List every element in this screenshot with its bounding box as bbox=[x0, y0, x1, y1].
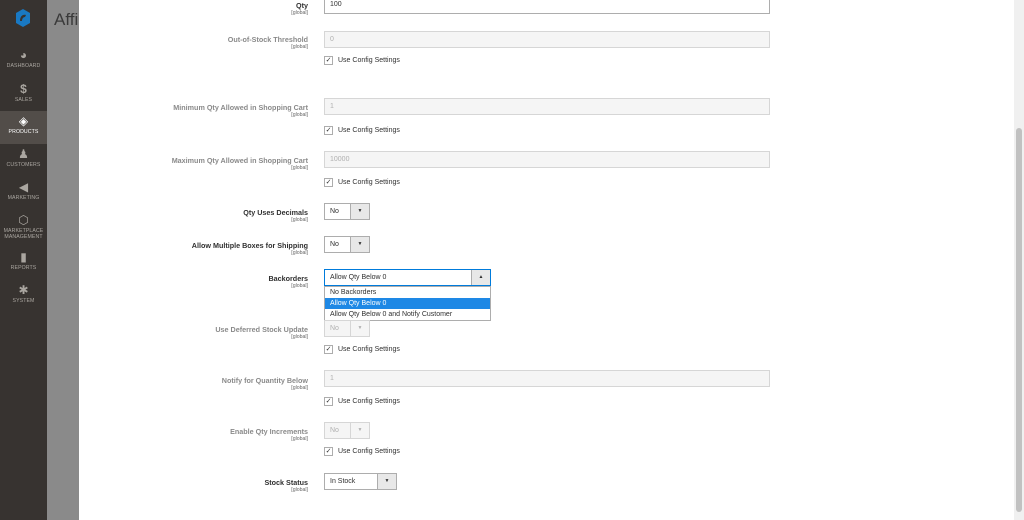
admin-sidebar: ◕ Dashboard $ Sales ◈ Products ♟ Custome… bbox=[0, 0, 47, 520]
notify-qty-below-input[interactable]: 1 bbox=[324, 370, 770, 387]
nav-label: Marketplace Management bbox=[3, 228, 44, 240]
deferred-stock-select[interactable]: No ▼ bbox=[324, 320, 370, 337]
field-label: Qty Uses Decimals bbox=[243, 208, 308, 217]
use-config-checkbox[interactable]: ✓ bbox=[324, 345, 333, 354]
scope-label: [global] bbox=[291, 334, 308, 340]
dashboard-icon: ◕ bbox=[19, 48, 28, 62]
field-label: Minimum Qty Allowed in Shopping Cart bbox=[173, 103, 308, 112]
use-config-label: Use Config Settings bbox=[338, 57, 400, 64]
modal-scrollbar[interactable] bbox=[1014, 0, 1024, 520]
field-label: Maximum Qty Allowed in Shopping Cart bbox=[171, 156, 308, 165]
use-config-checkbox[interactable]: ✓ bbox=[324, 178, 333, 187]
scope-label: [global] bbox=[291, 165, 308, 171]
select-value: No bbox=[330, 427, 339, 434]
scope-label: [global] bbox=[291, 10, 308, 16]
person-icon: ♟ bbox=[18, 147, 29, 161]
advanced-inventory-modal: Qty [global] 100 Out-of-Stock Threshold … bbox=[79, 0, 1014, 520]
stock-status-select[interactable]: In Stock ▼ bbox=[324, 473, 397, 490]
megaphone-icon: ◀ bbox=[18, 180, 29, 194]
gear-icon: ✱ bbox=[18, 283, 29, 297]
scope-label: [global] bbox=[291, 487, 308, 493]
scope-label: [global] bbox=[291, 250, 308, 256]
scope-label: [global] bbox=[291, 44, 308, 50]
max-qty-cart-input[interactable]: 10000 bbox=[324, 151, 770, 168]
field-label: Notify for Quantity Below bbox=[221, 376, 308, 385]
chevron-down-icon[interactable]: ▼ bbox=[350, 321, 369, 336]
nav-label: Reports bbox=[10, 265, 37, 271]
scope-label: [global] bbox=[291, 385, 308, 391]
select-value: No bbox=[330, 241, 339, 248]
nav-item-sales[interactable]: $ Sales bbox=[0, 79, 47, 112]
use-config-checkbox[interactable]: ✓ bbox=[324, 126, 333, 135]
out-of-stock-threshold-input[interactable]: 0 bbox=[324, 31, 770, 48]
min-qty-cart-input[interactable]: 1 bbox=[324, 98, 770, 115]
field-label: Out-of-Stock Threshold bbox=[227, 35, 308, 44]
hexagon-icon: ⬡ bbox=[18, 213, 29, 227]
use-config-label: Use Config Settings bbox=[338, 127, 400, 134]
backorders-dropdown-list: No Backorders Allow Qty Below 0 Allow Qt… bbox=[324, 286, 491, 321]
nav-item-marketplace-management[interactable]: ⬡ Marketplace Management bbox=[0, 210, 47, 244]
field-label: Qty bbox=[296, 1, 308, 10]
use-config-checkbox[interactable]: ✓ bbox=[324, 447, 333, 456]
use-config-label: Use Config Settings bbox=[338, 448, 400, 455]
qty-input[interactable]: 100 bbox=[324, 0, 770, 14]
nav-item-products[interactable]: ◈ Products bbox=[0, 111, 47, 144]
nav-item-system[interactable]: ✱ System bbox=[0, 280, 47, 313]
use-config-checkbox[interactable]: ✓ bbox=[324, 56, 333, 65]
nav-label: Marketing bbox=[7, 195, 40, 201]
use-config-checkbox[interactable]: ✓ bbox=[324, 397, 333, 406]
enable-qty-increments-select[interactable]: No ▼ bbox=[324, 422, 370, 439]
nav-item-customers[interactable]: ♟ Customers bbox=[0, 144, 47, 177]
magento-logo[interactable] bbox=[8, 8, 38, 32]
chevron-down-icon[interactable]: ▼ bbox=[350, 423, 369, 438]
use-config-label: Use Config Settings bbox=[338, 346, 400, 353]
dropdown-option-selected[interactable]: Allow Qty Below 0 bbox=[325, 298, 490, 309]
field-label: Allow Multiple Boxes for Shipping bbox=[191, 241, 308, 250]
field-label: Stock Status bbox=[264, 478, 308, 487]
scrollbar-thumb[interactable] bbox=[1016, 128, 1022, 512]
qty-uses-decimals-select[interactable]: No ▼ bbox=[324, 203, 370, 220]
box-icon: ◈ bbox=[18, 114, 29, 128]
nav-item-dashboard[interactable]: ◕ Dashboard bbox=[0, 45, 47, 78]
nav-label: System bbox=[12, 298, 35, 304]
nav-label: Customers bbox=[6, 162, 41, 168]
backorders-select[interactable]: Allow Qty Below 0 ▲ bbox=[324, 269, 491, 286]
chevron-down-icon[interactable]: ▼ bbox=[377, 474, 396, 489]
nav-label: Dashboard bbox=[6, 63, 41, 69]
logo-icon bbox=[16, 9, 30, 27]
nav-label: Products bbox=[8, 129, 39, 135]
scope-label: [global] bbox=[291, 283, 308, 289]
select-value: Allow Qty Below 0 bbox=[330, 274, 387, 281]
bar-chart-icon: ▮ bbox=[20, 250, 27, 264]
select-value: No bbox=[330, 208, 339, 215]
dropdown-option[interactable]: No Backorders bbox=[325, 287, 490, 298]
field-label: Use Deferred Stock Update bbox=[215, 325, 308, 334]
scope-label: [global] bbox=[291, 112, 308, 118]
chevron-up-icon[interactable]: ▲ bbox=[471, 270, 490, 285]
use-config-label: Use Config Settings bbox=[338, 398, 400, 405]
nav-item-marketing[interactable]: ◀ Marketing bbox=[0, 177, 47, 210]
scope-label: [global] bbox=[291, 436, 308, 442]
scope-label: [global] bbox=[291, 217, 308, 223]
field-label: Backorders bbox=[268, 274, 308, 283]
nav-item-reports[interactable]: ▮ Reports bbox=[0, 247, 47, 280]
field-label: Enable Qty Increments bbox=[230, 427, 308, 436]
chevron-down-icon[interactable]: ▼ bbox=[350, 237, 369, 252]
chevron-down-icon[interactable]: ▼ bbox=[350, 204, 369, 219]
dropdown-option[interactable]: Allow Qty Below 0 and Notify Customer bbox=[325, 309, 490, 320]
multiple-boxes-select[interactable]: No ▼ bbox=[324, 236, 370, 253]
select-value: No bbox=[330, 325, 339, 332]
select-value: In Stock bbox=[330, 478, 356, 485]
nav-label: Sales bbox=[14, 97, 33, 103]
dollar-icon: $ bbox=[20, 82, 27, 96]
use-config-label: Use Config Settings bbox=[338, 179, 400, 186]
